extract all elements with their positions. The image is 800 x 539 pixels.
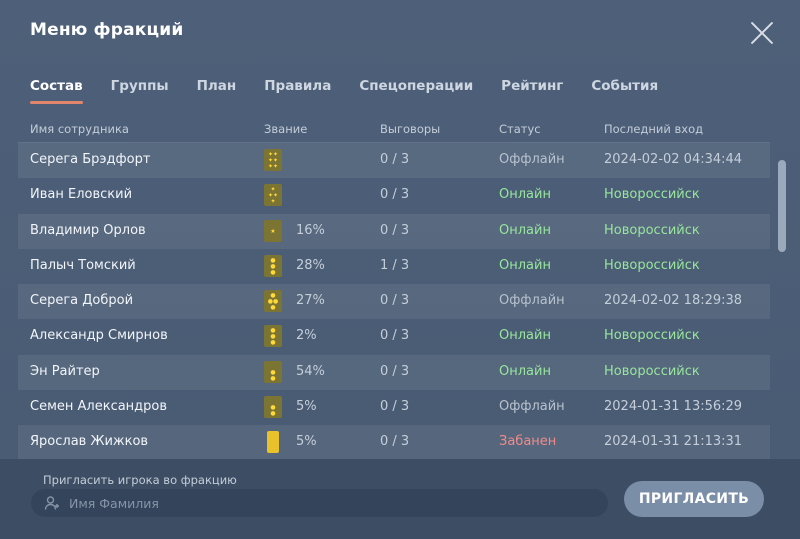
last-login: Новороссийск <box>604 257 700 273</box>
last-login: Новороссийск <box>604 222 700 238</box>
table-row[interactable]: Палыч Томский ● ● ● 28% 1 / 3 Онлайн Новороссий… <box>18 249 770 284</box>
rank-progress: 2% <box>296 328 317 344</box>
warnings-count: 1 / 3 <box>380 257 410 273</box>
member-name: Семен Александров <box>30 398 168 414</box>
status-text: Онлайн <box>499 328 551 344</box>
rank-star-icon: ★ <box>264 219 282 242</box>
status-text: Онлайн <box>499 187 551 203</box>
invite-footer: Пригласить игрока во фракцию ПРИГЛАСИТЬ <box>0 459 800 539</box>
status-text: Оффлайн <box>499 152 565 167</box>
rank-two-dots-icon: ● ● <box>264 395 282 418</box>
table-row[interactable]: Александр Смирнов ● ● ● 2% 0 / 3 Онлайн Новорос… <box>18 319 770 354</box>
close-icon[interactable] <box>748 19 776 47</box>
status-text: Онлайн <box>499 363 551 379</box>
member-name: Ярослав Жижков <box>30 434 149 449</box>
rank-progress: 5% <box>296 398 317 414</box>
warnings-count: 0 / 3 <box>380 363 410 379</box>
last-login: Новороссийск <box>604 363 700 379</box>
invite-field <box>31 489 608 517</box>
member-name: Серега Брэдфорт <box>30 152 151 167</box>
table-header: Имя сотрудника Звание Выговоры Статус По… <box>0 120 800 140</box>
status-text: Оффлайн <box>499 293 565 308</box>
members-table: Серега Брэдфорт ✦✦ ✦✦ ✦✦ 0 / 3 Оффлайн 2024-02… <box>0 143 770 459</box>
tab-groups[interactable]: Группы <box>111 78 169 104</box>
status-text: Онлайн <box>499 257 551 273</box>
warnings-count: 0 / 3 <box>380 434 410 449</box>
header-last-login: Последний вход <box>604 122 704 136</box>
header-warnings: Выговоры <box>380 122 441 136</box>
last-login: 2024-01-31 13:56:29 <box>604 398 743 414</box>
table-row[interactable]: Семен Александров ● ● 5% 0 / 3 Оффлайн 2024-01… <box>18 390 770 425</box>
rank-two-dots-icon: ● ● <box>264 360 282 383</box>
warnings-count: 0 / 3 <box>380 398 410 414</box>
warnings-count: 0 / 3 <box>380 152 410 167</box>
member-name: Эн Райтер <box>30 363 100 379</box>
tab-members[interactable]: Состав <box>30 78 83 104</box>
last-login: 2024-02-02 18:29:38 <box>604 293 743 308</box>
faction-menu-panel: Меню фракций Состав Группы План Правила … <box>0 0 800 539</box>
table-row[interactable]: Владимир Орлов ★ 16% 0 / 3 Онлайн Новороссийс… <box>18 213 770 249</box>
last-login: 2024-01-31 21:13:31 <box>604 434 743 449</box>
warnings-count: 0 / 3 <box>380 293 410 308</box>
rank-progress: 27% <box>296 293 325 308</box>
rank-progress: 54% <box>296 363 325 379</box>
header-rank: Звание <box>264 122 308 136</box>
table-row[interactable]: Серега Доброй ● ●● ● 27% 0 / 3 Оффлайн 2024-02-… <box>18 284 770 320</box>
header-name: Имя сотрудника <box>30 122 129 136</box>
status-text: Оффлайн <box>499 398 565 414</box>
rank-four-dots-icon: ● ●● ● <box>264 290 282 312</box>
tab-bar: Состав Группы План Правила Спецоперации … <box>30 78 686 108</box>
tab-rating[interactable]: Рейтинг <box>501 78 563 104</box>
rank-six-stars-icon: ✦✦ ✦✦ ✦✦ <box>264 149 282 171</box>
member-name: Серега Доброй <box>30 293 134 308</box>
member-name: Владимир Орлов <box>30 222 146 238</box>
table-row[interactable]: Иван Еловский ✦ ✦✦ ✦ 0 / 3 Онлайн Новороссийск <box>18 178 770 213</box>
invite-name-input[interactable] <box>69 493 589 513</box>
header-status: Статус <box>499 122 541 136</box>
tab-special-operations[interactable]: Спецоперации <box>359 78 473 104</box>
rank-three-dots-icon: ● ● ● <box>264 325 282 348</box>
last-login: 2024-02-02 04:34:44 <box>604 152 743 167</box>
rank-plain-icon <box>264 431 282 453</box>
rank-three-dots-icon: ● ● ● <box>264 254 282 277</box>
invite-button[interactable]: ПРИГЛАСИТЬ <box>624 481 764 517</box>
warnings-count: 0 / 3 <box>380 187 410 203</box>
invite-label: Пригласить игрока во фракцию <box>43 473 237 487</box>
rank-progress: 5% <box>296 434 317 449</box>
tab-rules[interactable]: Правила <box>264 78 331 104</box>
last-login: Новороссийск <box>604 328 700 344</box>
table-row[interactable]: Эн Райтер ● ● 54% 0 / 3 Онлайн Новороссийск <box>18 354 770 390</box>
warnings-count: 0 / 3 <box>380 328 410 344</box>
table-row[interactable]: Ярослав Жижков 5% 0 / 3 Забанен 2024-01-31 2… <box>18 425 770 459</box>
rank-four-stars-icon: ✦ ✦✦ ✦ <box>264 184 282 207</box>
member-name: Иван Еловский <box>30 187 133 203</box>
table-row[interactable]: Серега Брэдфорт ✦✦ ✦✦ ✦✦ 0 / 3 Оффлайн 2024-02… <box>18 143 770 179</box>
add-user-icon <box>44 496 59 510</box>
tab-plan[interactable]: План <box>197 78 237 104</box>
status-text: Онлайн <box>499 222 551 238</box>
last-login: Новороссийск <box>604 187 700 203</box>
scrollbar-thumb[interactable] <box>778 160 786 252</box>
rank-progress: 16% <box>296 222 325 238</box>
warnings-count: 0 / 3 <box>380 222 410 238</box>
rank-progress: 28% <box>296 257 325 273</box>
member-name: Палыч Томский <box>30 257 136 273</box>
window-title: Меню фракций <box>30 20 184 40</box>
status-text: Забанен <box>499 434 557 449</box>
member-name: Александр Смирнов <box>30 328 168 344</box>
tab-events[interactable]: События <box>591 78 658 104</box>
